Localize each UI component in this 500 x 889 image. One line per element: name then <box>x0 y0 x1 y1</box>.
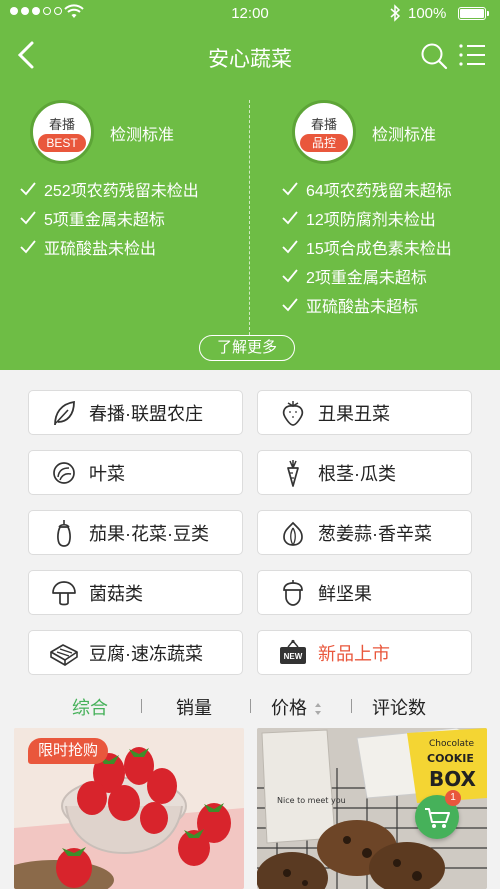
check-list: 64项农药残留未超标 12项防腐剂未检出 15项合成色素未检出 2项重金属未超标… <box>282 174 452 319</box>
category-leafy-greens[interactable]: 叶菜 <box>28 450 243 495</box>
check-item: 2项重金属未超标 <box>282 261 452 290</box>
leaf-icon <box>54 400 75 425</box>
check-item: 12项防腐剂未检出 <box>282 203 452 232</box>
check-item: 15项合成色素未检出 <box>282 232 452 261</box>
category-fresh-nuts[interactable]: 鲜坚果 <box>257 570 472 615</box>
column-divider <box>249 100 250 335</box>
qc-badge: 春播 品控 <box>292 100 356 164</box>
category-farm-alliance[interactable]: 春播·联盟农庄 <box>28 390 243 435</box>
nut-icon <box>283 579 303 606</box>
check-icon <box>282 268 298 282</box>
best-badge: 春播 BEST <box>30 100 94 164</box>
chocolate-text: Chocolate <box>429 739 474 749</box>
battery-percent: 100% <box>408 5 447 22</box>
category-tofu-frozen[interactable]: 豆腐·速冻蔬菜 <box>28 630 243 675</box>
category-new-arrivals[interactable]: NEW 新品上市 <box>257 630 472 675</box>
eggplant-icon <box>57 519 71 547</box>
standard-label: 检测标准 <box>372 127 437 144</box>
tab-reviews[interactable]: 评论数 <box>372 694 426 720</box>
cookie-text: COOKIE <box>427 752 474 765</box>
tab-separator <box>141 699 142 713</box>
standard-label: 检测标准 <box>110 127 175 144</box>
check-icon <box>282 181 298 195</box>
category-fruit-veg-beans[interactable]: 茄果·花菜·豆类 <box>28 510 243 555</box>
learn-more-button[interactable]: 了解更多 <box>199 335 295 361</box>
bluetooth-icon <box>390 4 401 22</box>
check-list: 252项农药残留未检出 5项重金属未超标 亚硫酸盐未检出 <box>20 174 199 261</box>
mushroom-icon <box>52 580 76 605</box>
list-menu-icon[interactable] <box>458 42 486 68</box>
tofu-icon <box>50 643 78 666</box>
check-icon <box>282 239 298 253</box>
cart-button[interactable]: 1 <box>415 790 461 839</box>
check-item: 亚硫酸盐未检出 <box>20 232 199 261</box>
tab-price[interactable]: 价格 <box>271 694 322 720</box>
flash-sale-tag-overlay: 限时抢购 <box>28 738 109 764</box>
check-icon <box>282 210 298 224</box>
tab-sales[interactable]: 销量 <box>176 694 212 720</box>
new-tag-text: NEW <box>284 652 303 661</box>
check-icon <box>282 297 298 311</box>
category-ugly-produce[interactable]: 丑果丑菜 <box>257 390 472 435</box>
product-card-strawberry[interactable]: 限时抢购 限时抢购 <box>14 728 244 889</box>
strawberry-icon <box>282 400 304 426</box>
box-text: BOX <box>429 767 477 791</box>
tab-separator <box>250 699 251 713</box>
category-aromatics[interactable]: 葱姜蒜·香辛菜 <box>257 510 472 555</box>
category-mushrooms[interactable]: 菌菇类 <box>28 570 243 615</box>
check-item: 252项农药残留未检出 <box>20 174 199 203</box>
sort-arrows-icon <box>315 703 322 716</box>
check-item: 亚硫酸盐未超标 <box>282 290 452 319</box>
check-icon <box>20 210 36 224</box>
nav-bar: 安心蔬菜 <box>0 30 500 82</box>
sort-bar: 综合 销量 价格 评论数 <box>0 690 500 722</box>
check-icon <box>20 181 36 195</box>
battery-icon <box>458 7 486 20</box>
check-icon <box>20 239 36 253</box>
search-icon[interactable] <box>420 42 448 70</box>
new-tag-icon: NEW <box>280 639 306 664</box>
nice-meet-you-text: Nice to meet you <box>277 796 346 805</box>
garlic-icon <box>283 521 303 546</box>
tab-separator <box>351 699 352 713</box>
cart-count-badge: 1 <box>445 790 461 806</box>
header-panel: 12:00 100% 安心蔬菜 春播 BEST 检测标准 252项农药残留未检出… <box>0 0 500 370</box>
status-bar: 12:00 100% <box>0 0 500 28</box>
check-item: 64项农药残留未超标 <box>282 174 452 203</box>
category-roots-melons[interactable]: 根茎·瓜类 <box>257 450 472 495</box>
tab-overall[interactable]: 综合 <box>72 694 108 720</box>
check-item: 5项重金属未超标 <box>20 203 199 232</box>
cabbage-icon <box>53 461 75 484</box>
carrot-icon <box>287 459 299 487</box>
